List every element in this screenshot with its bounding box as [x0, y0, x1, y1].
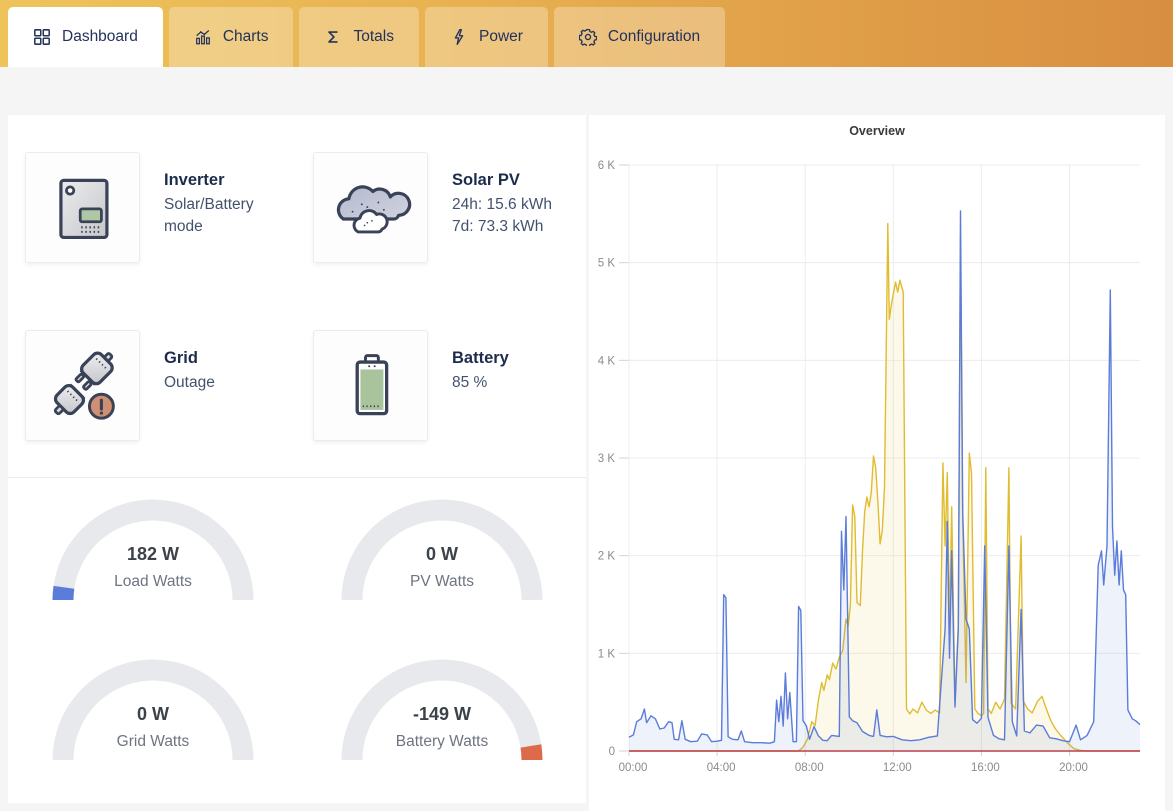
- grid-icon-box: [25, 330, 140, 441]
- card-inverter: Inverter Solar/Battery mode: [25, 152, 294, 263]
- card-title: Solar PV: [452, 171, 582, 190]
- x-axis-tick-label: 04:00: [707, 762, 736, 774]
- tab-label: Charts: [223, 28, 269, 46]
- tab-label: Dashboard: [62, 28, 138, 46]
- gauge-battery-watts: -149 W Battery Watts: [336, 652, 548, 772]
- overview-chart-panel: Overview 6 K5 K4 K3 K2 K1 K000:0004:0008…: [589, 115, 1165, 811]
- tab-power[interactable]: Power: [425, 7, 548, 67]
- x-axis-tick-label: 08:00: [795, 762, 824, 774]
- dashboard-grid-icon: [33, 28, 51, 46]
- gauge-segment: [530, 746, 531, 760]
- y-axis-tick-label: 6 K: [598, 160, 616, 172]
- card-line: Outage: [164, 372, 294, 394]
- lightning-icon: [450, 28, 468, 46]
- clouds-icon: [325, 162, 417, 254]
- app-header: Dashboard Charts Totals Power: [0, 0, 1173, 67]
- gauge-value: 0 W: [425, 544, 457, 564]
- overview-chart[interactable]: 6 K 5 K 4 K 3 K 2 K 1 K 0 00:00 04:00 08:00 12:00 1…: [589, 115, 1165, 780]
- gauge-label: Battery Watts: [395, 733, 488, 750]
- y-axis-tick-label: 3 K: [598, 453, 616, 465]
- card-line: 85 %: [452, 372, 582, 394]
- gauge-pv-watts: 0 W PV Watts: [336, 492, 548, 612]
- tab-label: Totals: [353, 28, 394, 46]
- card-title: Inverter: [164, 171, 294, 190]
- sigma-icon: [324, 28, 342, 46]
- y-axis-tick-label: 4 K: [598, 355, 616, 367]
- gauge-value: 0 W: [136, 704, 168, 724]
- gear-icon: [579, 28, 597, 46]
- gauge-value: -149 W: [412, 704, 470, 724]
- card-line: 24h: 15.6 kWh: [452, 194, 582, 216]
- x-axis-tick-label: 00:00: [619, 762, 648, 774]
- card-battery: Battery 85 %: [313, 330, 582, 441]
- x-axis-tick-label: 20:00: [1059, 762, 1088, 774]
- tab-totals[interactable]: Totals: [299, 7, 419, 67]
- gauge-segment: [63, 587, 64, 600]
- gauge-value: 182 W: [126, 544, 178, 564]
- y-axis-tick-label: 2 K: [598, 551, 616, 563]
- tab-dashboard[interactable]: Dashboard: [8, 7, 163, 67]
- tab-label: Power: [479, 28, 523, 46]
- y-axis-tick-label: 0: [609, 746, 615, 758]
- card-solar-pv: Solar PV 24h: 15.6 kWh 7d: 73.3 kWh: [313, 152, 582, 263]
- gauge-grid: 182 W Load Watts 0 W PV Watts 0 W Grid W…: [8, 492, 586, 772]
- tab-label: Configuration: [608, 28, 700, 46]
- card-title: Battery: [452, 349, 582, 368]
- unplugged-icon: [37, 340, 129, 432]
- card-line: Solar/Battery mode: [164, 194, 294, 238]
- gauge-label: Load Watts: [114, 573, 192, 590]
- battery-icon-box: [313, 330, 428, 441]
- tab-bar: Dashboard Charts Totals Power: [8, 7, 725, 67]
- inverter-icon: [37, 162, 129, 254]
- x-axis-tick-label: 16:00: [971, 762, 1000, 774]
- card-grid: Grid Outage: [25, 330, 294, 441]
- solar-pv-icon-box: [313, 152, 428, 263]
- tab-charts[interactable]: Charts: [169, 7, 294, 67]
- bar-chart-icon: [194, 28, 212, 46]
- card-line: 7d: 73.3 kWh: [452, 216, 582, 238]
- gauge-label: Grid Watts: [116, 733, 189, 750]
- y-axis-tick-label: 1 K: [598, 648, 616, 660]
- gauge-load-watts: 182 W Load Watts: [47, 492, 259, 612]
- gauge-label: PV Watts: [409, 573, 473, 590]
- inverter-icon-box: [25, 152, 140, 263]
- gauge-grid-watts: 0 W Grid Watts: [47, 652, 259, 772]
- y-axis-tick-label: 5 K: [598, 258, 616, 270]
- x-axis-tick-label: 12:00: [883, 762, 912, 774]
- section-divider: [8, 477, 586, 478]
- tab-configuration[interactable]: Configuration: [554, 7, 725, 67]
- battery-icon: [325, 340, 417, 432]
- card-title: Grid: [164, 349, 294, 368]
- status-panel: Inverter Solar/Battery mode Solar PV 24h…: [8, 115, 586, 803]
